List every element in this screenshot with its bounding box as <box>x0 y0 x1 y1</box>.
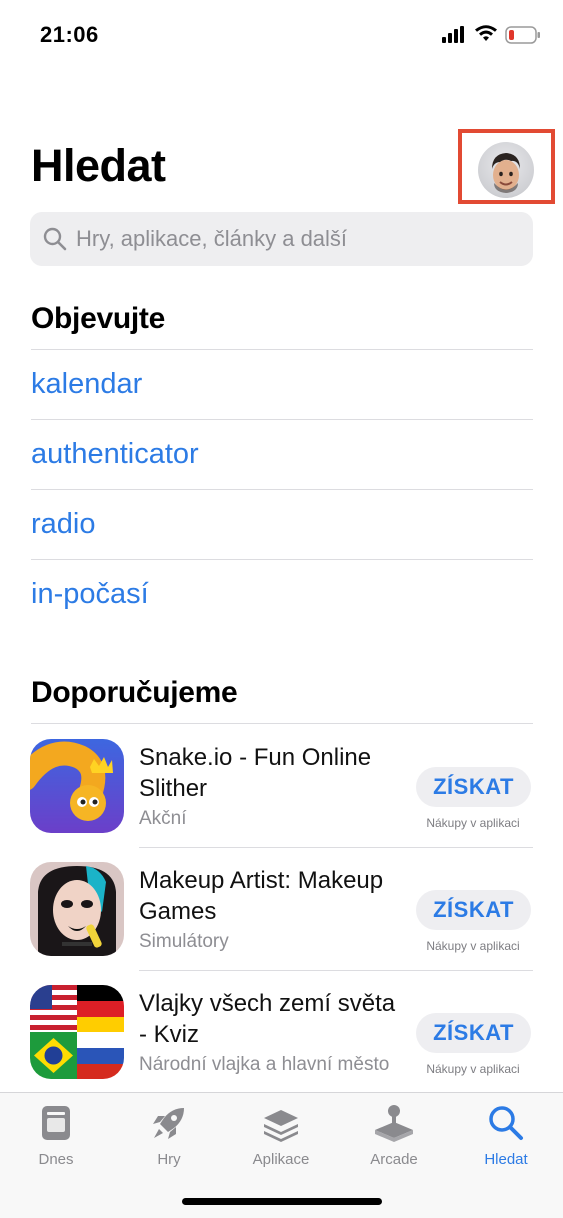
divider <box>31 349 533 350</box>
makeup-artist-app-icon <box>30 862 124 956</box>
memoji-avatar-icon <box>492 153 520 193</box>
tab-arcade[interactable]: Arcade <box>349 1101 439 1171</box>
divider <box>31 419 533 420</box>
discover-item-authenticator[interactable]: authenticator <box>31 438 199 471</box>
app-category: Akční <box>139 808 187 829</box>
cellular-signal-icon <box>442 26 464 43</box>
tab-today[interactable]: Dnes <box>11 1101 101 1171</box>
tab-label: Arcade <box>370 1151 418 1168</box>
tab-label: Aplikace <box>252 1151 310 1168</box>
rocket-icon <box>153 1108 184 1139</box>
divider <box>31 723 533 724</box>
apps-stack-icon <box>264 1110 298 1142</box>
app-row-snake-io[interactable]: Snake.io - Fun Online Slither Akční ZÍSK… <box>30 725 533 848</box>
tab-games[interactable]: Hry <box>124 1101 214 1171</box>
app-category: Simulátory <box>139 931 229 952</box>
in-app-purchases-note: Nákupy v aplikaci <box>426 939 520 953</box>
tab-apps[interactable]: Aplikace <box>236 1101 326 1171</box>
wifi-icon <box>475 25 497 41</box>
discover-item-kalendar[interactable]: kalendar <box>31 368 142 401</box>
app-name: Snake.io - Fun Online Slither <box>139 744 372 802</box>
get-button[interactable]: ZÍSKAT <box>416 1013 531 1053</box>
divider <box>31 559 533 560</box>
search-icon <box>489 1106 523 1140</box>
status-bar: 21:06 <box>0 0 563 70</box>
discover-item-in-pocasi[interactable]: in-počasí <box>31 578 149 611</box>
page-title: Hledat <box>31 140 166 191</box>
recommended-heading: Doporučujeme <box>31 676 238 709</box>
tab-label: Hledat <box>484 1151 528 1168</box>
avatar-highlight-box <box>458 129 555 204</box>
snake-io-app-icon <box>30 739 124 833</box>
tab-label: Hry <box>157 1151 181 1168</box>
app-row-flags-quiz[interactable]: Vlajky všech zemí světa - Kviz Národní v… <box>30 971 533 1094</box>
discover-heading: Objevujte <box>31 302 165 335</box>
in-app-purchases-note: Nákupy v aplikaci <box>426 1062 520 1076</box>
app-category: Národní vlajka a hlavní město <box>139 1054 390 1075</box>
tab-label: Dnes <box>38 1151 74 1168</box>
app-row-makeup-artist[interactable]: Makeup Artist: Makeup Games Simulátory Z… <box>30 848 533 971</box>
joystick-icon <box>375 1105 413 1142</box>
battery-low-icon <box>505 26 540 44</box>
app-name: Vlajky všech zemí světa - Kviz <box>139 990 396 1048</box>
in-app-purchases-note: Nákupy v aplikaci <box>426 816 520 830</box>
account-avatar[interactable] <box>478 142 534 198</box>
tab-search[interactable]: Hledat <box>461 1101 551 1171</box>
search-input[interactable] <box>76 212 526 266</box>
get-button[interactable]: ZÍSKAT <box>416 890 531 930</box>
discover-item-radio[interactable]: radio <box>31 508 96 541</box>
divider <box>31 489 533 490</box>
today-icon <box>42 1106 70 1140</box>
search-icon <box>43 227 67 251</box>
search-bar[interactable] <box>30 212 533 266</box>
home-indicator[interactable] <box>182 1198 382 1205</box>
status-time: 21:06 <box>40 22 99 47</box>
app-name: Makeup Artist: Makeup Games <box>139 867 384 925</box>
flags-quiz-app-icon <box>30 985 124 1079</box>
get-button[interactable]: ZÍSKAT <box>416 767 531 807</box>
